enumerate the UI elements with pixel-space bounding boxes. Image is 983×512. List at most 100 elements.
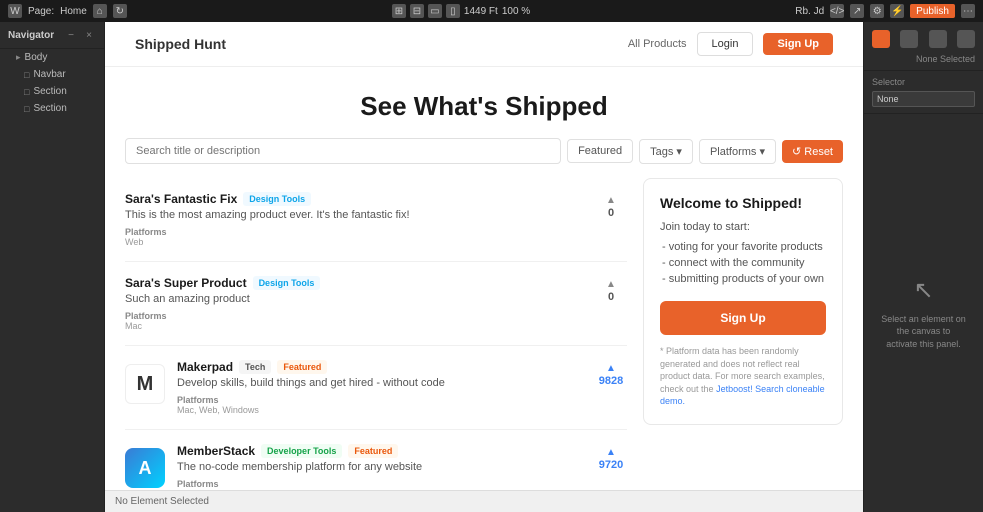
navbar-icon: □ <box>24 70 29 80</box>
welcome-subtitle: Join today to start: <box>660 221 826 233</box>
product-tag: Design Tools <box>243 192 311 206</box>
home-icon[interactable]: ⌂ <box>93 4 107 18</box>
product-meta: Platforms Web <box>177 479 583 490</box>
nav-all-products[interactable]: All Products <box>628 38 687 50</box>
product-name: Sara's Fantastic Fix <box>125 192 237 206</box>
devices-icon[interactable]: ⊟ <box>410 4 424 18</box>
top-bar-left: W Page: Home ⌂ ↻ <box>8 4 127 18</box>
product-list: Sara's Fantastic Fix Design Tools This i… <box>125 178 627 490</box>
sidebar-label-body: Body <box>25 52 48 63</box>
welcome-list-item: connect with the community <box>660 257 826 269</box>
product-name-row: MemberStack Developer Tools Featured <box>177 444 583 458</box>
canvas-area: Shipped Hunt All Products Login Sign Up … <box>105 22 863 512</box>
more-icon[interactable]: ⋯ <box>961 4 975 18</box>
welcome-card: Welcome to Shipped! Join today to start:… <box>643 178 843 425</box>
product-desc: This is the most amazing product ever. I… <box>125 209 583 221</box>
team-icon[interactable]: ⚡ <box>890 4 904 18</box>
sidebar-header-icons: − × <box>64 28 96 42</box>
login-button[interactable]: Login <box>697 32 754 56</box>
vote-button[interactable]: ▲ 0 <box>595 276 627 303</box>
sidebar-header: Navigator − × <box>0 22 104 49</box>
selector-input[interactable] <box>872 91 975 107</box>
webpage-preview: Shipped Hunt All Products Login Sign Up … <box>105 22 863 490</box>
share-icon[interactable]: ↗ <box>850 4 864 18</box>
product-info: Sara's Fantastic Fix Design Tools This i… <box>125 192 583 247</box>
vote-button[interactable]: ▲ 0 <box>595 192 627 219</box>
hero-title: See What's Shipped <box>125 91 843 122</box>
product-meta: Platforms Mac, Web, Windows <box>177 395 583 415</box>
site-logo: Shipped Hunt <box>135 36 226 52</box>
sidebar-label-navbar: Navbar <box>33 69 65 80</box>
mobile-icon[interactable]: ▯ <box>446 4 460 18</box>
status-bar: No Element Selected <box>105 490 863 512</box>
grid-icon[interactable]: ⊞ <box>392 4 406 18</box>
vote-count: 0 <box>608 207 614 219</box>
platform-value: Mac, Web, Windows <box>177 405 259 415</box>
publish-btn[interactable]: Publish <box>910 4 955 18</box>
selector-label: Selector <box>872 77 975 87</box>
welcome-list-item: voting for your favorite products <box>660 241 826 253</box>
product-name-row: Makerpad Tech Featured <box>177 360 583 374</box>
product-item: A MemberStack Developer Tools Featured T… <box>125 430 627 490</box>
platform-label: Platforms <box>125 227 167 237</box>
sidebar-item-body[interactable]: ▸ Body <box>0 49 104 66</box>
tablet-icon[interactable]: ▭ <box>428 4 442 18</box>
product-name-row: Sara's Super Product Design Tools <box>125 276 583 290</box>
main-layout: Navigator − × ▸ Body □ Navbar □ Section … <box>0 22 983 512</box>
vote-arrow-icon: ▲ <box>606 364 616 374</box>
webflow-logo-icon[interactable]: W <box>8 4 22 18</box>
product-name: Makerpad <box>177 360 233 374</box>
zoom-label: 100 % <box>502 6 530 17</box>
sidebar-item-navbar[interactable]: □ Navbar <box>0 66 104 83</box>
welcome-title: Welcome to Shipped! <box>660 195 826 211</box>
platforms-filter-btn[interactable]: Platforms ▾ <box>699 139 776 164</box>
sidebar-collapse-btn[interactable]: − <box>64 28 78 42</box>
vote-button[interactable]: ▲ 9828 <box>595 360 627 387</box>
product-tag-featured: Featured <box>277 360 327 374</box>
section2-icon: □ <box>24 104 29 114</box>
vote-arrow-icon: ▲ <box>606 448 616 458</box>
settings-panel-icon[interactable] <box>900 30 918 48</box>
paint-tool-icon[interactable] <box>872 30 890 48</box>
sidebar-item-section2[interactable]: □ Section <box>0 100 104 117</box>
featured-filter-btn[interactable]: Featured <box>567 139 633 163</box>
vote-arrow-icon: ▲ <box>606 196 616 206</box>
top-bar-right: Rb. Jd </> ↗ ⚙ ⚡ Publish ⋯ <box>795 4 975 18</box>
reset-filter-btn[interactable]: ↺ Reset <box>782 140 843 163</box>
product-logo: A <box>125 448 165 488</box>
platform-label: Platforms <box>177 395 219 405</box>
product-item: M Makerpad Tech Featured Develop skills,… <box>125 346 627 430</box>
extra-panel-icon[interactable] <box>957 30 975 48</box>
signup-header-button[interactable]: Sign Up <box>763 33 833 55</box>
welcome-signup-button[interactable]: Sign Up <box>660 301 826 335</box>
top-bar: W Page: Home ⌂ ↻ ⊞ ⊟ ▭ ▯ 1449 Ft 100 % R… <box>0 0 983 22</box>
settings-icon[interactable]: ⚙ <box>870 4 884 18</box>
navigator-title: Navigator <box>8 30 54 41</box>
sidebar-item-section1[interactable]: □ Section <box>0 83 104 100</box>
tags-filter-btn[interactable]: Tags ▾ <box>639 139 693 164</box>
platform-label: Platforms <box>125 311 167 321</box>
page-label: Page: <box>28 6 54 17</box>
sidebar-close-btn[interactable]: × <box>82 28 96 42</box>
welcome-panel: Welcome to Shipped! Join today to start:… <box>643 178 843 490</box>
refresh-icon[interactable]: ↻ <box>113 4 127 18</box>
page-name[interactable]: Home <box>60 6 87 17</box>
platform-value: Web <box>125 237 143 247</box>
placeholder-content: ↖ Select an element on the canvas to act… <box>880 276 967 351</box>
user-label: Rb. Jd <box>795 6 824 17</box>
product-logo: M <box>125 364 165 404</box>
layout-panel-icon[interactable] <box>929 30 947 48</box>
vote-button[interactable]: ▲ 9720 <box>595 444 627 471</box>
search-input[interactable] <box>125 138 561 164</box>
product-name: Sara's Super Product <box>125 276 247 290</box>
code-icon[interactable]: </> <box>830 4 844 18</box>
hero-section: See What's Shipped <box>105 67 863 138</box>
body-icon: ▸ <box>16 52 21 63</box>
product-info: Makerpad Tech Featured Develop skills, b… <box>177 360 583 415</box>
product-tag-dev: Developer Tools <box>261 444 342 458</box>
panel-tools-row <box>872 30 975 48</box>
product-tag-featured: Featured <box>348 444 398 458</box>
resolution-label: 1449 Ft <box>464 6 498 17</box>
site-nav: All Products Login Sign Up <box>628 32 833 56</box>
section1-icon: □ <box>24 87 29 97</box>
